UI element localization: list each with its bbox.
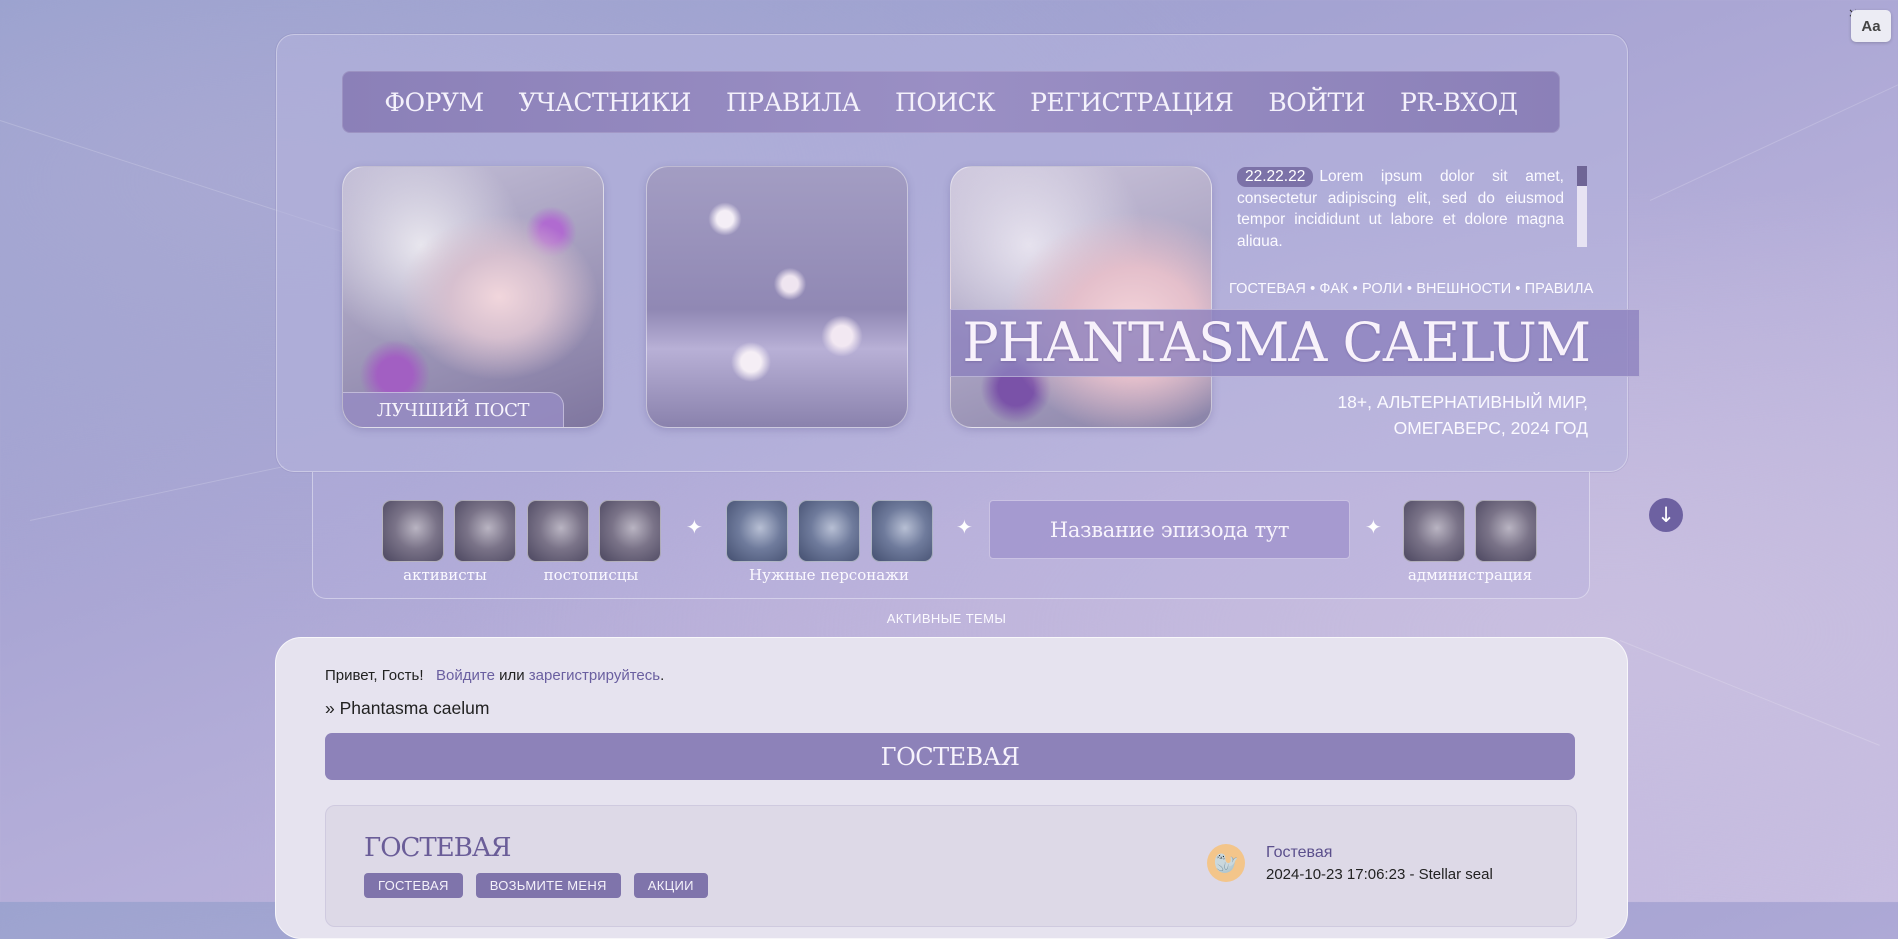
nav-pr-login[interactable]: PR-ВХОД (1400, 88, 1518, 117)
background-vein (1619, 640, 1880, 746)
nav-rules[interactable]: ПРАВИЛА (726, 88, 861, 117)
news-scrollbar-thumb[interactable] (1577, 166, 1587, 186)
subtitle-line: 18+, АЛЬТЕРНАТИВНЫЙ МИР, (1337, 392, 1588, 412)
arrow-down-icon: ↓ (1657, 503, 1675, 527)
last-post-meta: 2024-10-23 17:06:23 - Stellar seal (1266, 866, 1493, 883)
active-topics-link[interactable]: АКТИВНЫЕ ТЕМЫ (840, 611, 1053, 626)
sparkle-icon: ✦ (956, 515, 973, 539)
best-post-image[interactable]: ЛУЧШИЙ ПОСТ (342, 166, 604, 428)
greeting-or: или (499, 667, 525, 684)
needed-character-avatar[interactable] (798, 500, 860, 562)
activist-avatar[interactable] (454, 500, 516, 562)
forum-category-header: ГОСТЕВАЯ (325, 733, 1575, 780)
scroll-down-button[interactable]: ↓ (1649, 498, 1683, 532)
needed-character-avatar[interactable] (871, 500, 933, 562)
tag-promotions[interactable]: АКЦИИ (633, 873, 708, 898)
sparkle-icon: ✦ (1365, 515, 1382, 539)
nav-members[interactable]: УЧАСТНИКИ (519, 88, 692, 117)
episode-title[interactable]: Название эпизода тут (989, 500, 1350, 559)
admin-avatar[interactable] (1475, 500, 1537, 562)
site-subtitle: 18+, АЛЬТЕРНАТИВНЫЙ МИР, ОМЕГАВЕРС, 2024… (1230, 389, 1588, 441)
header-image-portrait (950, 166, 1212, 428)
best-post-label[interactable]: ЛУЧШИЙ ПОСТ (343, 392, 564, 427)
quick-links[interactable]: ГОСТЕВАЯ • ФАК • РОЛИ • ВНЕШНОСТИ • ПРАВ… (1229, 281, 1593, 297)
label-needed-characters: Нужные персонажи (749, 566, 909, 584)
greeting-dot: . (660, 667, 665, 684)
activist-avatar[interactable] (382, 500, 444, 562)
nav-search[interactable]: ПОИСК (895, 88, 996, 117)
main-nav: ФОРУМ УЧАСТНИКИ ПРАВИЛА ПОИСК РЕГИСТРАЦИ… (342, 71, 1560, 133)
sparkle-icon: ✦ (686, 515, 703, 539)
label-administration: администрация (1407, 566, 1533, 584)
label-activists: активисты (403, 566, 487, 584)
admin-avatar[interactable] (1403, 500, 1465, 562)
needed-character-avatar[interactable] (726, 500, 788, 562)
background-vein (29, 465, 285, 521)
news-block: 22.22.22 Lorem ipsum dolor sit amet, cons… (1237, 166, 1564, 246)
nav-login[interactable]: ВОЙТИ (1268, 88, 1365, 117)
nav-register[interactable]: РЕГИСТРАЦИЯ (1030, 88, 1234, 117)
greeting: Привет, Гость! Войдите или зарегистрируй… (325, 667, 664, 684)
label-posters: постописцы (543, 566, 639, 584)
forum-title[interactable]: ГОСТЕВАЯ (364, 833, 512, 863)
subtitle-line: ОМЕГАВЕРС, 2024 ГОД (1393, 418, 1588, 438)
login-link[interactable]: Войдите (436, 667, 495, 684)
header-image-flowers (646, 166, 908, 428)
background-vein (1649, 73, 1898, 201)
nav-forum[interactable]: ФОРУМ (384, 88, 484, 117)
seal-avatar-icon[interactable]: 🦭 (1207, 844, 1245, 882)
tag-guestbook[interactable]: ГОСТЕВАЯ (364, 873, 463, 898)
site-title: PHANTASMA CAELUM (962, 311, 1591, 374)
subforum-tags: ГОСТЕВАЯ ВОЗЬМИТЕ МЕНЯ АКЦИИ (364, 873, 708, 898)
register-link[interactable]: зарегистрируйтесь (529, 667, 660, 684)
news-date-badge: 22.22.22 (1237, 167, 1314, 187)
font-size-toggle-button[interactable]: Aa (1851, 10, 1891, 42)
breadcrumb[interactable]: » Phantasma caelum (325, 698, 489, 719)
poster-avatar[interactable] (527, 500, 589, 562)
last-post-forum[interactable]: Гостевая (1266, 844, 1332, 862)
tag-take-me[interactable]: ВОЗЬМИТЕ МЕНЯ (475, 873, 621, 898)
greeting-text: Привет, Гость! (325, 667, 424, 684)
poster-avatar[interactable] (599, 500, 661, 562)
